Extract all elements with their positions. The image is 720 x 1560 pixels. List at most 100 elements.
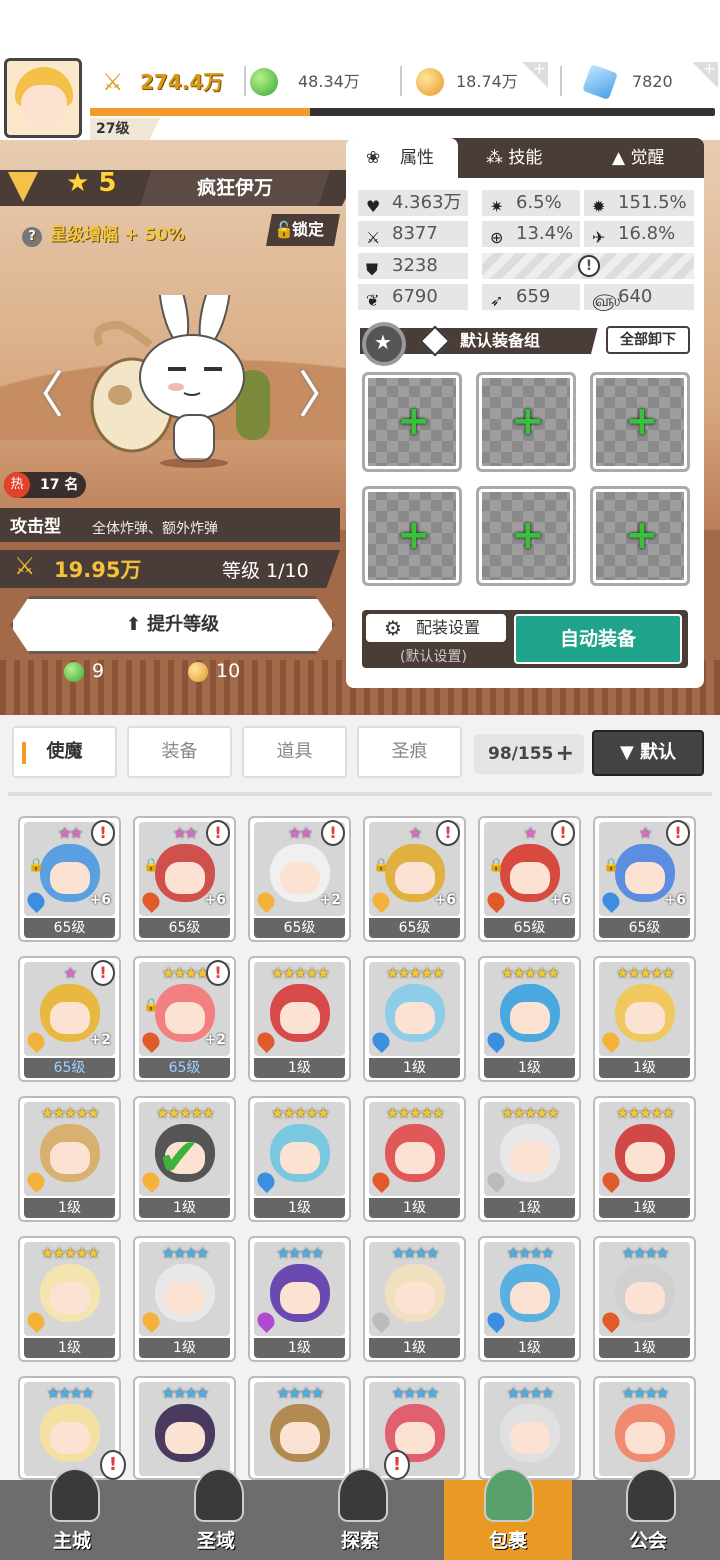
castle-icon [50, 1468, 100, 1522]
familiar-level: 1级 [369, 1338, 460, 1358]
auto-equip-button[interactable]: 自动装备 [514, 614, 682, 664]
equip-group-name: 默认装备组 [460, 331, 541, 350]
nav-explore[interactable]: 探索 [288, 1468, 432, 1560]
tab-items[interactable]: 道具 [242, 726, 347, 778]
familiar-face [510, 1422, 550, 1454]
familiar-card[interactable]: ★★★★ 1级 [133, 1236, 236, 1362]
star-rating: ★★★★★ [270, 964, 330, 982]
nav-main-city[interactable]: 主城 [0, 1468, 144, 1560]
star-rating: ★★★★ [161, 1384, 210, 1402]
familiar-level: 1级 [24, 1338, 115, 1358]
lock-icon: 🔒 [143, 858, 160, 873]
familiar-card[interactable]: ★★★★ [248, 1376, 351, 1480]
stat-hp: ♥ 4.363万 [358, 190, 468, 216]
familiar-card[interactable]: ★★★★! 🔒 +2 65级 [133, 956, 236, 1082]
swords-icon: ⚔ [102, 68, 124, 96]
dodge-icon: ✈ [592, 228, 606, 247]
familiar-card[interactable]: ★★★★★ 1级 [593, 1096, 696, 1222]
tab-skills[interactable]: ⁂ 技能 [486, 138, 542, 178]
tab-stigmata[interactable]: 圣痕 [357, 726, 462, 778]
nav-bag[interactable]: 包裹 [444, 1468, 572, 1560]
star-rating: ★★★★★ [615, 1104, 675, 1122]
familiar-level: 65级 [369, 918, 460, 938]
familiar-card[interactable]: ★★★★★ 1级 [18, 1096, 121, 1222]
stat-dodge: ✈ 16.8% [584, 221, 694, 247]
familiar-card[interactable]: ★★★★ [133, 1376, 236, 1480]
equip-slot-necklace[interactable]: + [476, 486, 576, 586]
familiar-card[interactable]: ★★★★★ 1级 [363, 956, 466, 1082]
familiar-card[interactable]: ★! 🔒 +6 65级 [363, 816, 466, 942]
familiar-card[interactable]: ★★★★★ 1级 [363, 1096, 466, 1222]
familiar-face [510, 862, 550, 894]
inventory-capacity[interactable]: 98/155 + [474, 734, 584, 774]
burst-icon: ✹ [592, 197, 606, 216]
star-rating: ★★★★★ [500, 1104, 560, 1122]
familiar-level: 1级 [24, 1198, 115, 1218]
player-avatar[interactable] [4, 58, 82, 138]
upgrade-level-button[interactable]: ⬆ 提升等级 [10, 596, 335, 654]
familiar-card[interactable]: ★★★★ 1级 [478, 1236, 581, 1362]
familiar-face [395, 1142, 435, 1174]
star-rating: ★★★★★ [385, 964, 445, 982]
loadout-settings-button[interactable]: ⚙ 配装设置 [366, 614, 506, 642]
familiar-card[interactable]: ★★★★★ 1级 [593, 956, 696, 1082]
familiar-card[interactable]: ★★! 🔒 +6 65级 [18, 816, 121, 942]
familiar-level: 1级 [484, 1198, 575, 1218]
lock-icon: 🔒 [143, 998, 160, 1013]
familiar-face [50, 1282, 90, 1314]
familiar-card[interactable]: ★★! +2 65级 [248, 816, 351, 942]
equip-slot-gloves[interactable]: + [362, 486, 462, 586]
tab-awaken[interactable]: ▲ 觉醒 [612, 138, 664, 178]
familiar-card[interactable]: ★★★★ [478, 1376, 581, 1480]
green-gem-icon [64, 662, 84, 682]
equip-slot-weapon[interactable]: + [362, 372, 462, 472]
familiar-card[interactable]: ★★★★★ ✔ 1级 [133, 1096, 236, 1222]
familiar-card[interactable]: ★★★★ 1级 [248, 1236, 351, 1362]
equip-slot-boots[interactable]: + [590, 486, 690, 586]
familiar-card[interactable]: ★! 🔒 +6 65级 [478, 816, 581, 942]
alert-icon: ! [321, 820, 345, 846]
star-rating: ★★★★★ [40, 1244, 100, 1262]
tab-attributes[interactable]: ❀ 属性 [346, 138, 458, 178]
unequip-all-button[interactable]: 全部卸下 [606, 326, 690, 354]
familiar-card[interactable]: ★★★★ 1级 [363, 1236, 466, 1362]
alert-icon: ! [666, 820, 690, 846]
info-icon[interactable]: ? [22, 227, 42, 247]
prev-hero-arrow[interactable]: 〈 [14, 355, 64, 427]
hero-name: 疯狂伊万 [140, 170, 330, 206]
stat-b: ➶ 659 [482, 284, 580, 310]
familiar-face [510, 1002, 550, 1034]
familiar-face [280, 862, 320, 894]
separator [400, 66, 402, 96]
star-rating: ★★★★ [276, 1384, 325, 1402]
lock-button[interactable]: 🔓 锁定 [266, 214, 340, 246]
equip-slot-helmet[interactable]: + [476, 372, 576, 472]
alert-icon: ! [551, 820, 575, 846]
sort-dropdown[interactable]: ▼ 默认 [592, 730, 704, 776]
familiar-card[interactable]: ★! 🔒 +6 65级 [593, 816, 696, 942]
familiar-card[interactable]: ★★! 🔒 +6 65级 [133, 816, 236, 942]
equip-slot-armor[interactable]: + [590, 372, 690, 472]
familiar-card[interactable]: ★★★★★ 1级 [478, 956, 581, 1082]
familiar-card[interactable]: ★★★★ [363, 1376, 466, 1480]
bag-icon [484, 1468, 534, 1522]
familiar-face [165, 1002, 205, 1034]
nav-sanctuary[interactable]: 圣域 [144, 1468, 288, 1560]
add-icon[interactable]: + [556, 734, 574, 774]
familiar-card[interactable]: ★★★★ [593, 1376, 696, 1480]
lock-icon: 🔒 [28, 858, 45, 873]
enhance-level: +6 [204, 892, 226, 908]
tab-equipment[interactable]: 装备 [127, 726, 232, 778]
familiar-level: 1级 [139, 1198, 230, 1218]
familiar-card[interactable]: ★★★★ 1级 [593, 1236, 696, 1362]
nav-guild[interactable]: 公会 [576, 1468, 720, 1560]
next-hero-arrow[interactable]: 〉 [298, 355, 348, 427]
familiar-card[interactable]: ★★★★★ 1级 [18, 1236, 121, 1362]
familiar-card[interactable]: ★★★★★ 1级 [478, 1096, 581, 1222]
xp-bar-fill [90, 108, 310, 116]
familiar-card[interactable]: ★! +2 65级 [18, 956, 121, 1082]
familiar-card[interactable]: ★★★★★ 1级 [248, 1096, 351, 1222]
gold-coin-icon [416, 68, 444, 96]
tab-familiars[interactable]: 使魔 [12, 726, 117, 778]
familiar-card[interactable]: ★★★★★ 1级 [248, 956, 351, 1082]
